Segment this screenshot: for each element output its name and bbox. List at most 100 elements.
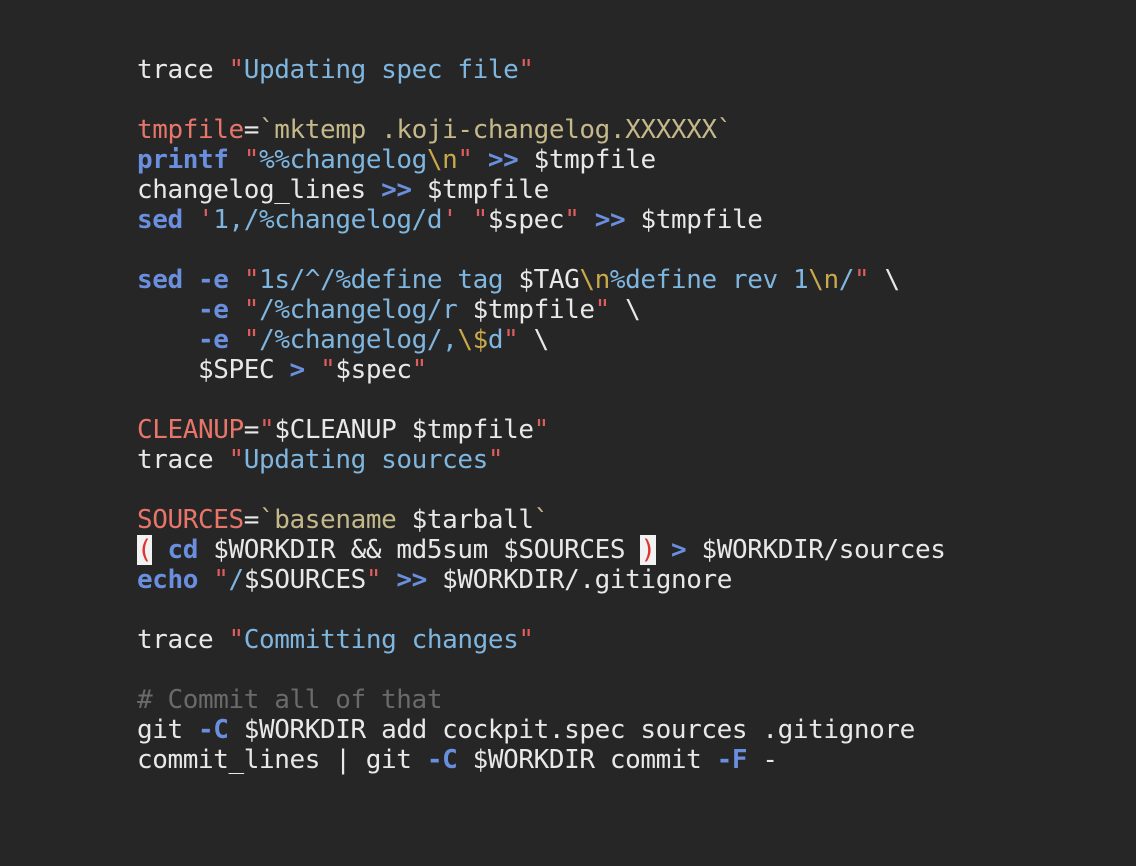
code-line[interactable]: trace "Committing changes" (137, 625, 1117, 655)
code-token: " (228, 445, 245, 475)
code-token: >> (487, 145, 519, 175)
code-token: \$ (457, 325, 488, 355)
code-token: >> (594, 205, 626, 235)
code-line[interactable]: ( cd $WORKDIR && md5sum $SOURCES ) > $WO… (137, 535, 1117, 565)
code-token: changelog_lines (137, 175, 382, 205)
code-line[interactable]: sed '1,/%changelog/d' "$spec" >> $tmpfil… (137, 205, 1117, 235)
code-token: " (228, 55, 245, 85)
code-editor[interactable]: trace "Updating spec file" tmpfile=`mkte… (137, 55, 1117, 775)
matched-bracket: ( (137, 535, 153, 565)
code-token: CLEANUP (137, 415, 244, 445)
code-token: printf (137, 145, 229, 175)
code-token: " (411, 355, 428, 385)
code-token: " (213, 565, 229, 595)
blank-line[interactable] (137, 475, 1117, 505)
code-line[interactable]: printf "%%changelog\n" >> $tmpfile (137, 145, 1117, 175)
code-line[interactable]: -e "/%changelog/,\$d" \ (137, 325, 1117, 355)
blank-line[interactable] (137, 385, 1117, 415)
code-line[interactable]: trace "Updating sources" (137, 445, 1117, 475)
code-token: 1s/^/%define tag (259, 265, 519, 295)
code-token: $tarball (411, 505, 534, 535)
code-token: ` (533, 505, 550, 535)
code-token: = (243, 115, 260, 145)
code-token: `mktemp .koji-changelog.XXXXXX` (259, 115, 732, 145)
code-token: `basename (259, 505, 412, 535)
code-line[interactable]: changelog_lines >> $tmpfile (137, 175, 1117, 205)
code-line[interactable]: $SPEC > "$spec" (137, 355, 1117, 385)
code-line[interactable]: # Commit all of that (137, 685, 1117, 715)
code-token: = (243, 415, 260, 445)
code-token: > (289, 355, 306, 385)
code-token: $CLEANUP $tmpfile (274, 415, 534, 445)
code-line[interactable]: tmpfile=`mktemp .koji-changelog.XXXXXX` (137, 115, 1117, 145)
code-line[interactable]: CLEANUP="$CLEANUP $tmpfile" (137, 415, 1117, 445)
code-token: " (243, 295, 260, 325)
code-token: $spec (487, 205, 565, 235)
code-token: " (518, 625, 534, 655)
code-line[interactable]: commit_lines | git -C $WORKDIR commit -F… (137, 745, 1117, 775)
blank-line[interactable] (137, 235, 1117, 265)
code-token: commit_lines | git (137, 745, 427, 775)
code-token: $WORKDIR/sources (686, 535, 946, 565)
code-token: echo (137, 565, 199, 595)
code-token: \ (609, 295, 641, 325)
code-token: " (564, 205, 580, 235)
code-token: Updating sources (243, 445, 488, 475)
code-token: cd (167, 535, 199, 565)
code-token: -F (716, 745, 748, 775)
code-line[interactable]: SOURCES=`basename $tarball` (137, 505, 1117, 535)
matched-bracket: ) (640, 535, 656, 565)
code-token: $TAG (518, 265, 580, 295)
blank-line[interactable] (137, 655, 1117, 685)
code-token: " (594, 295, 611, 325)
code-token: -C (426, 745, 458, 775)
code-token: $SOURCES (243, 565, 366, 595)
code-token: Updating spec file (243, 55, 519, 85)
code-line[interactable]: git -C $WORKDIR add cockpit.spec sources… (137, 715, 1117, 745)
code-token: $tmpfile (411, 175, 549, 205)
code-token: /%changelog/r (259, 295, 473, 325)
code-token: >> (396, 565, 427, 595)
code-token: $SPEC (137, 355, 290, 385)
code-token: git (137, 715, 199, 745)
code-token: " (243, 325, 260, 355)
blank-line[interactable] (137, 595, 1117, 625)
code-token: $tmpfile (518, 145, 656, 175)
code-line[interactable]: sed -e "1s/^/%define tag $TAG\n%define r… (137, 265, 1117, 295)
code-token: trace (137, 625, 229, 655)
code-token: \n (426, 145, 458, 175)
code-token: \n (579, 265, 610, 295)
code-token: = (243, 505, 260, 535)
blank-line[interactable] (137, 85, 1117, 115)
code-line[interactable]: echo "/$SOURCES" >> $WORKDIR/.gitignore (137, 565, 1117, 595)
code-line[interactable]: -e "/%changelog/r $tmpfile" \ (137, 295, 1117, 325)
code-token: -e (198, 325, 229, 355)
code-token: / (838, 265, 855, 295)
code-token: # Commit all of that (137, 685, 443, 715)
code-token: SOURCES (137, 505, 244, 535)
code-token: Committing changes (243, 625, 519, 655)
code-token: " (518, 55, 534, 85)
code-token: sed (137, 265, 183, 295)
code-token: -C (198, 715, 229, 745)
code-token: " (472, 205, 489, 235)
code-token: sed (137, 205, 183, 235)
code-token: %define rev 1 (609, 265, 809, 295)
code-line[interactable]: trace "Updating spec file" (137, 55, 1117, 85)
code-token: ' (442, 205, 458, 235)
code-token: /%changelog/, (259, 325, 458, 355)
code-token: $WORKDIR && md5sum $SOURCES (198, 535, 641, 565)
code-token: -e (198, 295, 229, 325)
